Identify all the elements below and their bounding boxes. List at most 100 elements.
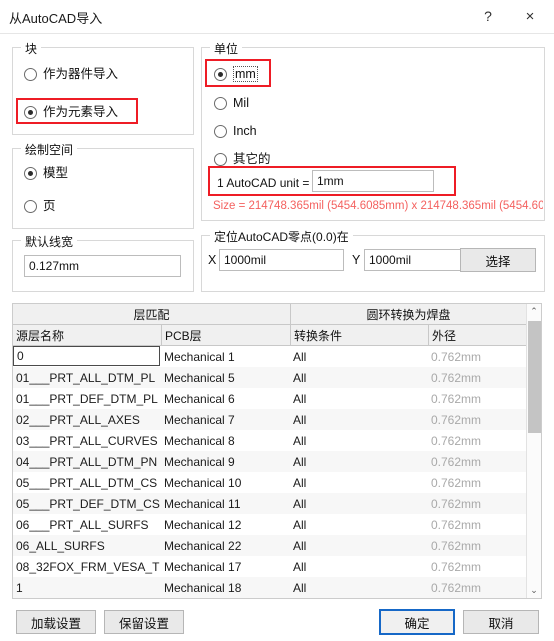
table-row[interactable]: 01___PRT_ALL_DTM_PL Mechanical 5 All 0.762m… bbox=[13, 367, 526, 388]
cell-pcb-layer[interactable]: Mechanical 1 bbox=[161, 598, 290, 599]
scroll-up-icon[interactable]: ⌃ bbox=[527, 304, 541, 319]
radio-circle-icon bbox=[214, 67, 227, 81]
cell-outer-diameter[interactable]: 0.762mm bbox=[428, 367, 526, 388]
cell-pcb-layer[interactable]: Mechanical 5 bbox=[161, 367, 290, 388]
cell-source-layer[interactable]: 1 bbox=[13, 577, 161, 598]
table-row[interactable]: 06_ALL_SURFS Mechanical 22 All 0.762mm bbox=[13, 535, 526, 556]
close-icon[interactable]: × bbox=[512, 0, 548, 32]
radio-unit-mil[interactable]: Mil bbox=[214, 94, 249, 112]
radio-circle-icon bbox=[214, 124, 227, 138]
radio-unit-other[interactable]: 其它的 bbox=[214, 150, 271, 168]
cell-outer-diameter[interactable]: 0.762mm bbox=[428, 472, 526, 493]
cell-pcb-layer[interactable]: Mechanical 7 bbox=[161, 409, 290, 430]
table-row[interactable]: 04___PRT_ALL_DTM_PN Mechanical 9 All 0.762m… bbox=[13, 451, 526, 472]
cell-source-layer[interactable]: 06___PRT_ALL_SURFS bbox=[13, 514, 161, 535]
cell-pcb-layer[interactable]: Mechanical 22 bbox=[161, 535, 290, 556]
save-settings-button[interactable]: 保留设置 bbox=[104, 610, 184, 634]
cell-pcb-layer[interactable]: Mechanical 1 bbox=[161, 346, 290, 367]
default-line-width-input[interactable]: 0.127mm bbox=[24, 255, 181, 277]
cell-pcb-layer[interactable]: Mechanical 18 bbox=[161, 577, 290, 598]
radio-import-as-component[interactable]: 作为器件导入 bbox=[24, 65, 118, 83]
origin-x-input[interactable]: 1000mil bbox=[219, 249, 344, 271]
table-row[interactable]: 2Mechanical 1All0.762mm bbox=[13, 598, 526, 599]
cell-pcb-layer[interactable]: Mechanical 10 bbox=[161, 472, 290, 493]
cell-condition[interactable]: All bbox=[290, 367, 428, 388]
cell-condition[interactable]: All bbox=[290, 346, 428, 367]
table-row[interactable]: 06___PRT_ALL_SURFS Mechanical 12 All 0.762m… bbox=[13, 514, 526, 535]
scroll-down-icon[interactable]: ⌄ bbox=[527, 583, 541, 598]
ok-button[interactable]: 确定 bbox=[379, 609, 455, 635]
cell-outer-diameter[interactable]: 0.762mm bbox=[428, 514, 526, 535]
cell-outer-diameter[interactable]: 0.762mm bbox=[428, 577, 526, 598]
cell-outer-diameter[interactable]: 0.762mm bbox=[428, 556, 526, 577]
cell-outer-diameter[interactable]: 0.762mm bbox=[428, 493, 526, 514]
cell-outer-diameter[interactable]: 0.762mm bbox=[428, 409, 526, 430]
cell-condition[interactable]: All bbox=[290, 535, 428, 556]
cell-condition[interactable]: All bbox=[290, 430, 428, 451]
radio-unit-mm[interactable]: mm bbox=[214, 65, 258, 83]
table-row[interactable]: 03___PRT_ALL_CURVES Mechanical 8 All 0.762m… bbox=[13, 430, 526, 451]
table-row[interactable]: 02___PRT_ALL_AXES Mechanical 7 All 0.762mm bbox=[13, 409, 526, 430]
grid-group-header-ring-to-pad[interactable]: 圆环转换为焊盘 bbox=[290, 304, 526, 324]
radio-circle-icon bbox=[214, 152, 227, 166]
autocad-unit-input[interactable]: 1mm bbox=[312, 170, 434, 192]
cell-source-layer[interactable]: 01___PRT_ALL_DTM_PL bbox=[13, 367, 161, 388]
grid-column-header-source-layer[interactable]: 源层名称 bbox=[13, 325, 161, 345]
cell-outer-diameter[interactable]: 0.762mm bbox=[428, 388, 526, 409]
grid-column-header-condition[interactable]: 转换条件 bbox=[290, 325, 428, 345]
table-row[interactable]: 08_32FOX_FRM_VESA_T Mechanical 17 All 0.762… bbox=[13, 556, 526, 577]
unit-group-legend: 单位 bbox=[210, 40, 243, 57]
grid-column-header-outer-diameter[interactable]: 外径 bbox=[428, 325, 526, 345]
cell-source-layer[interactable]: 05___PRT_ALL_DTM_CS bbox=[13, 472, 161, 493]
cell-condition[interactable]: All bbox=[290, 577, 428, 598]
cell-pcb-layer[interactable]: Mechanical 12 bbox=[161, 514, 290, 535]
cancel-button[interactable]: 取消 bbox=[463, 610, 539, 634]
cell-outer-diameter[interactable]: 0.762mm bbox=[428, 451, 526, 472]
table-row[interactable]: 01___PRT_DEF_DTM_PL Mechanical 6 All 0.762m… bbox=[13, 388, 526, 409]
cell-source-layer[interactable]: 08_32FOX_FRM_VESA_T bbox=[13, 556, 161, 577]
cell-source-layer[interactable]: 03___PRT_ALL_CURVES bbox=[13, 430, 161, 451]
cell-pcb-layer[interactable]: Mechanical 17 bbox=[161, 556, 290, 577]
cell-condition[interactable]: All bbox=[290, 556, 428, 577]
radio-page[interactable]: 页 bbox=[24, 197, 56, 215]
cell-condition[interactable]: All bbox=[290, 493, 428, 514]
cell-outer-diameter[interactable]: 0.762mm bbox=[428, 346, 526, 367]
cell-source-layer[interactable]: 0 bbox=[13, 346, 160, 366]
cell-outer-diameter[interactable]: 0.762mm bbox=[428, 535, 526, 556]
cell-source-layer[interactable]: 05___PRT_DEF_DTM_CS bbox=[13, 493, 161, 514]
radio-label: 作为器件导入 bbox=[43, 67, 119, 81]
cell-condition[interactable]: All bbox=[290, 388, 428, 409]
cell-condition[interactable]: All bbox=[290, 472, 428, 493]
cell-condition[interactable]: All bbox=[290, 598, 428, 599]
cell-pcb-layer[interactable]: Mechanical 8 bbox=[161, 430, 290, 451]
cell-source-layer[interactable]: 06_ALL_SURFS bbox=[13, 535, 161, 556]
cell-condition[interactable]: All bbox=[290, 451, 428, 472]
radio-model[interactable]: 模型 bbox=[24, 164, 68, 182]
cell-outer-diameter[interactable]: 0.762mm bbox=[428, 430, 526, 451]
cell-source-layer[interactable]: 02___PRT_ALL_AXES bbox=[13, 409, 161, 430]
origin-group: 定位AutoCAD零点(0.0)在 X 1000mil Y 1000mil 选择 bbox=[201, 228, 545, 292]
cell-pcb-layer[interactable]: Mechanical 9 bbox=[161, 451, 290, 472]
cell-condition[interactable]: All bbox=[290, 514, 428, 535]
table-row[interactable]: 1 Mechanical 18 All 0.762mm bbox=[13, 577, 526, 598]
cell-source-layer[interactable]: 04___PRT_ALL_DTM_PN bbox=[13, 451, 161, 472]
radio-import-as-element[interactable]: 作为元素导入 bbox=[24, 103, 118, 121]
cell-source-layer[interactable]: 01___PRT_DEF_DTM_PL bbox=[13, 388, 161, 409]
cell-source-layer[interactable]: 2 bbox=[13, 598, 161, 599]
table-row[interactable]: 05___PRT_ALL_DTM_CS Mechanical 10 All 0.762… bbox=[13, 472, 526, 493]
cell-condition[interactable]: All bbox=[290, 409, 428, 430]
radio-circle-icon bbox=[24, 166, 37, 180]
table-row[interactable]: 05___PRT_DEF_DTM_CS Mechanical 11 All 0.762… bbox=[13, 493, 526, 514]
radio-unit-inch[interactable]: Inch bbox=[214, 122, 257, 140]
grid-column-header-pcb-layer[interactable]: PCB层 bbox=[161, 325, 290, 345]
table-row[interactable]: 0 Mechanical 1 All 0.762mm bbox=[13, 346, 526, 367]
load-settings-button[interactable]: 加载设置 bbox=[16, 610, 96, 634]
help-icon[interactable]: ? bbox=[470, 0, 506, 32]
grid-group-header-layer-match[interactable]: 层匹配 bbox=[13, 304, 290, 324]
cell-outer-diameter[interactable]: 0.762mm bbox=[428, 598, 526, 599]
cell-pcb-layer[interactable]: Mechanical 6 bbox=[161, 388, 290, 409]
scrollbar-thumb[interactable] bbox=[528, 321, 541, 433]
grid-vertical-scrollbar[interactable]: ⌃ ⌄ bbox=[526, 304, 541, 598]
select-origin-button[interactable]: 选择 bbox=[460, 248, 536, 272]
cell-pcb-layer[interactable]: Mechanical 11 bbox=[161, 493, 290, 514]
